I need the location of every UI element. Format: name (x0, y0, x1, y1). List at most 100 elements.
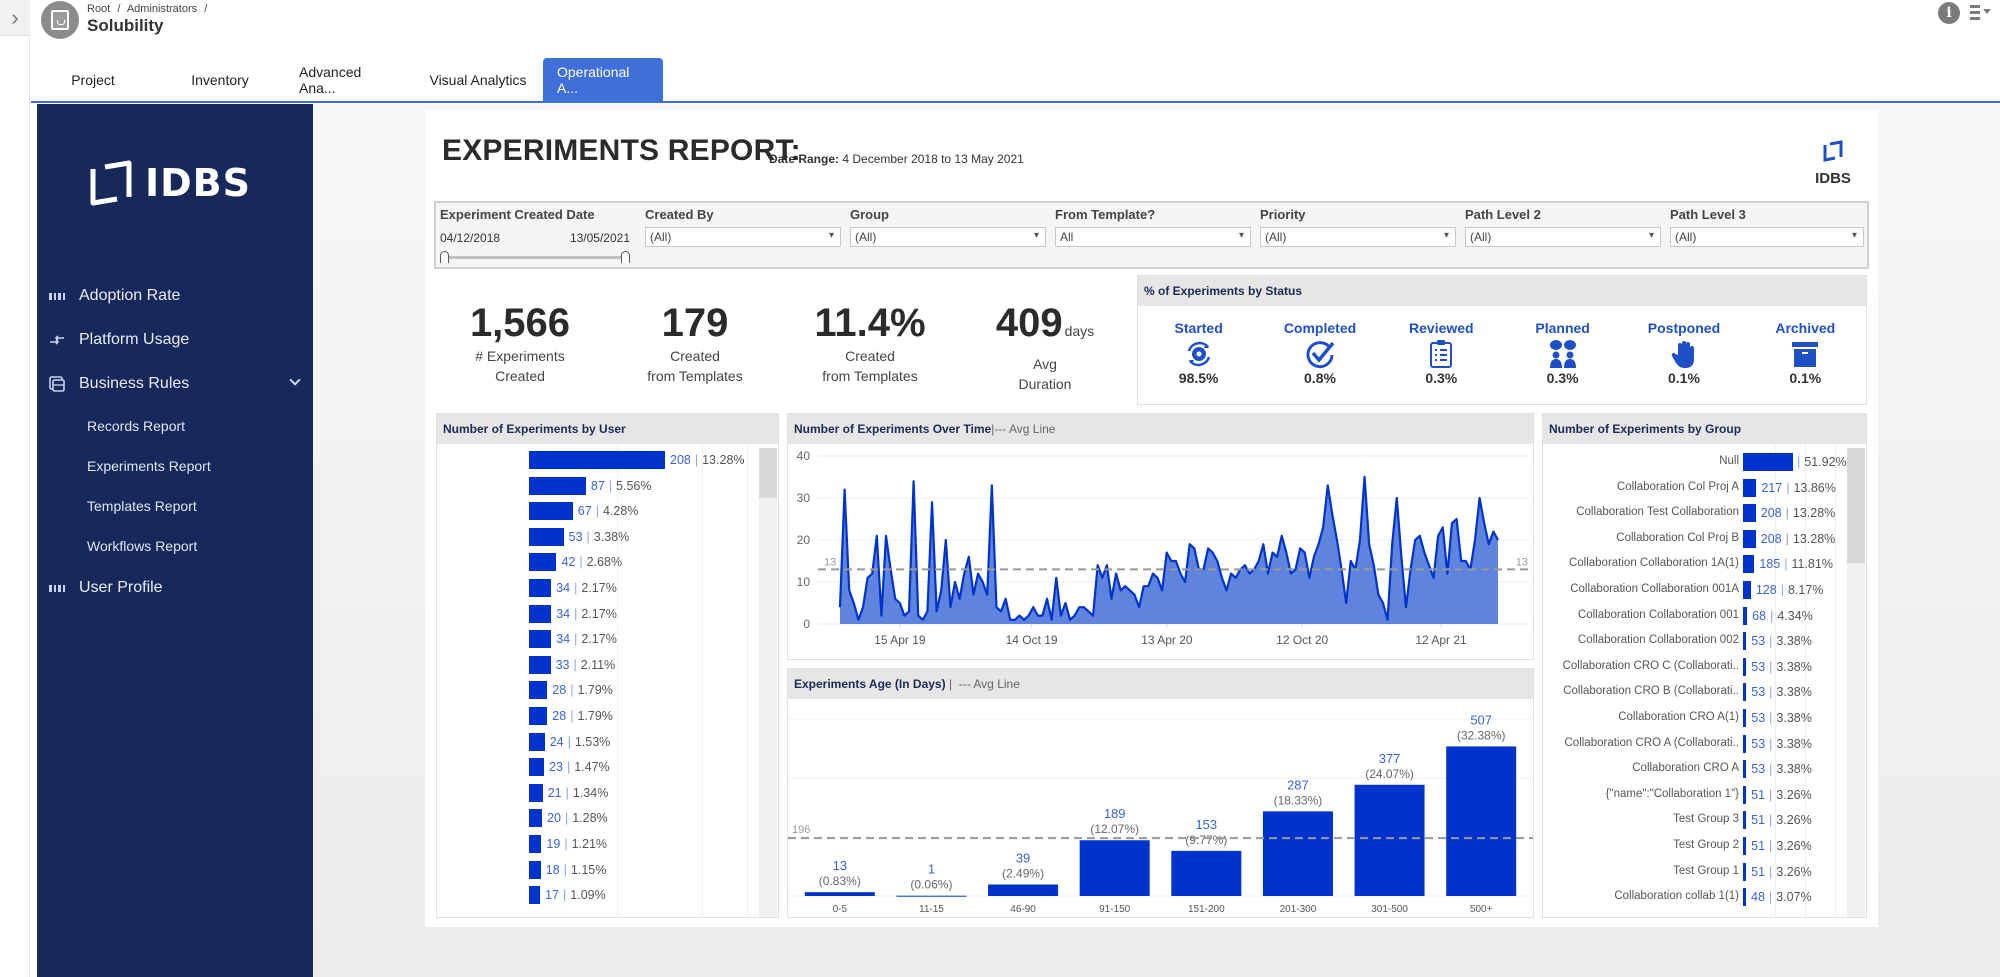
group-bar-row[interactable]: 53 | 3.38% (1743, 759, 1812, 779)
experiments-report-dashboard: EXPERIMENTS REPORT: Date Range: 4 Decemb… (425, 110, 1878, 927)
tab-visual-analytics[interactable]: Visual Analytics (413, 58, 543, 101)
user-bar-row[interactable]: 23 | 1.47% (529, 757, 610, 777)
priority-select[interactable]: (All) (1260, 227, 1456, 247)
group-bar-row[interactable]: 68 | 4.34% (1743, 606, 1813, 626)
kpi-value: 409 days (965, 300, 1125, 354)
sidebar-subitem-workflows-report[interactable]: Workflows Report (37, 526, 313, 566)
user-bar-row[interactable]: 18 | 1.15% (529, 860, 606, 880)
scrollbar-thumb[interactable] (1847, 448, 1865, 563)
group-bar-row[interactable]: 51 | 3.26% (1743, 810, 1812, 830)
bar (1743, 657, 1747, 676)
user-bar-row[interactable]: 28 | 1.79% (529, 680, 613, 700)
group-bar-row[interactable]: 51 | 3.26% (1743, 836, 1812, 856)
user-bar-row[interactable]: 67 | 4.28% (529, 501, 638, 521)
idbs-mini-logo: IDBS (1808, 140, 1858, 187)
group-bar-row[interactable]: 208 | 13.28% (1743, 503, 1835, 523)
slider-handle-end[interactable] (621, 251, 630, 263)
tab-operational-analytics[interactable]: Operational A... (543, 58, 663, 101)
breadcrumb-administrators[interactable]: Administrators (127, 3, 197, 15)
user-bar-row[interactable]: 42 | 2.68% (529, 552, 622, 572)
user-bar-row[interactable]: 19 | 1.21% (529, 834, 607, 854)
user-bar-row[interactable]: 21 | 1.34% (529, 783, 608, 803)
user-bar-row[interactable]: 17 | 1.09% (529, 885, 606, 905)
status-postponed[interactable]: Postponed 0.1% (1629, 320, 1739, 386)
avg-line-label: 13 (1516, 556, 1528, 568)
created-by-select[interactable]: (All) (645, 227, 841, 247)
group-bar-row[interactable]: 128 | 8.17% (1743, 580, 1823, 600)
bar-value-label: 287 (1287, 777, 1309, 792)
status-completed[interactable]: Completed 0.8% (1265, 320, 1375, 386)
status-planned[interactable]: Planned 0.3% (1508, 320, 1618, 386)
group-bar-row[interactable]: 48 | 3.07% (1743, 887, 1812, 907)
user-bar-row[interactable]: 24 | 1.53% (529, 732, 610, 752)
avg-line-legend: |--- Avg Line (991, 422, 1056, 436)
idbs-logo: IDBS (87, 159, 251, 207)
user-bar-row[interactable]: 20 | 1.28% (529, 808, 608, 828)
group-category-label: {"name":"Collaboration 1"} (1605, 787, 1739, 800)
sidebar-item-platform-usage[interactable]: Platform Usage (37, 318, 313, 362)
date-range-slider[interactable] (440, 251, 630, 263)
path-level-2-select[interactable]: (All) (1465, 227, 1661, 247)
tab-project[interactable]: Project (31, 58, 155, 101)
group-chart-scrollbar[interactable] (1847, 448, 1865, 917)
group-category-label: Null (1719, 455, 1739, 467)
sidebar-item-label: Platform Usage (79, 331, 190, 348)
status-started[interactable]: Started 98.5% (1144, 320, 1254, 386)
bar-percent-label: 3.38% (1776, 736, 1812, 751)
check-circle-icon (1265, 338, 1375, 370)
user-chart-scrollbar[interactable] (759, 448, 777, 917)
date-end-value[interactable]: 13/05/2021 (570, 231, 630, 245)
user-bar-row[interactable]: 34 | 2.17% (529, 578, 617, 598)
bar-percent-label: 1.79% (577, 683, 613, 698)
tab-advanced-analytics[interactable]: Advanced Ana... (285, 58, 413, 101)
status-percent: 0.1% (1789, 370, 1822, 386)
filter-group: Group (All) (850, 207, 1046, 247)
group-bar-row[interactable]: 51 | 3.26% (1743, 785, 1812, 805)
sidebar-subitem-experiments-report[interactable]: Experiments Report (37, 446, 313, 486)
status-archived[interactable]: Archived 0.1% (1750, 320, 1860, 386)
user-bar-row[interactable]: 28 | 1.79% (529, 706, 613, 726)
group-bar-row[interactable]: 53 | 3.38% (1743, 657, 1812, 677)
user-bar-row[interactable]: 33 | 2.11% (529, 655, 615, 675)
from-template-select[interactable]: All (1055, 227, 1251, 247)
sidebar-item-adoption-rate[interactable]: Adoption Rate (37, 274, 313, 318)
scrollbar-thumb[interactable] (759, 448, 777, 498)
bar-value-label: 51 (1751, 864, 1766, 879)
group-bar-row[interactable]: 51 | 3.26% (1743, 862, 1812, 882)
user-bar-row[interactable]: 208 | 13.28% (529, 450, 745, 470)
date-start-value[interactable]: 04/12/2018 (440, 231, 500, 245)
user-bar-row[interactable]: 34 | 2.17% (529, 629, 617, 649)
group-bar-row[interactable]: 53 | 3.38% (1743, 734, 1812, 754)
group-bar-row[interactable]: 53 | 3.38% (1743, 708, 1812, 728)
status-panel: % of Experiments by Status Started 98.5%… (1137, 275, 1867, 405)
sidebar-subitem-records-report[interactable]: Records Report (37, 406, 313, 446)
user-bar-row[interactable]: 87 | 5.56% (529, 476, 651, 496)
breadcrumb-root[interactable]: Root (87, 3, 110, 15)
group-bar-row[interactable]: 217 | 13.86% (1743, 478, 1836, 498)
group-bar-row[interactable]: 185 | 11.81% (1743, 554, 1833, 574)
hamburger-dropdown-icon[interactable] (1970, 4, 1992, 22)
bar (1743, 581, 1751, 599)
bar-percent-label: 3.38% (593, 529, 630, 544)
expand-panel-chevron-icon[interactable]: › (0, 0, 30, 36)
group-category-label: Collaboration CRO A (1632, 762, 1739, 775)
status-name: Planned (1535, 320, 1590, 336)
slider-handle-start[interactable] (440, 251, 449, 263)
bar-percent-label: 3.38% (1776, 762, 1812, 777)
group-bar-row[interactable]: 53 | 3.38% (1743, 682, 1812, 702)
sidebar-item-user-profile[interactable]: User Profile (37, 566, 313, 610)
group-bar-row[interactable]: 53 | 3.38% (1743, 631, 1812, 651)
group-bar-row[interactable]: | 51.92% (1743, 452, 1847, 472)
info-icon[interactable]: i (1938, 2, 1960, 24)
sidebar-subitem-templates-report[interactable]: Templates Report (37, 486, 313, 526)
sidebar-item-business-rules[interactable]: Business Rules (37, 362, 313, 406)
group-select[interactable]: (All) (850, 227, 1046, 247)
status-reviewed[interactable]: Reviewed 0.3% (1386, 320, 1496, 386)
user-bar-row[interactable]: 34 | 2.17% (529, 604, 617, 624)
chevron-down-icon[interactable] (289, 374, 301, 386)
user-bar-row[interactable]: 53 | 3.38% (529, 527, 629, 547)
x-category-label: 11-15 (919, 904, 944, 915)
tab-inventory[interactable]: Inventory (155, 58, 285, 101)
group-bar-row[interactable]: 208 | 13.28% (1743, 529, 1835, 549)
path-level-3-select[interactable]: (All) (1670, 227, 1864, 247)
